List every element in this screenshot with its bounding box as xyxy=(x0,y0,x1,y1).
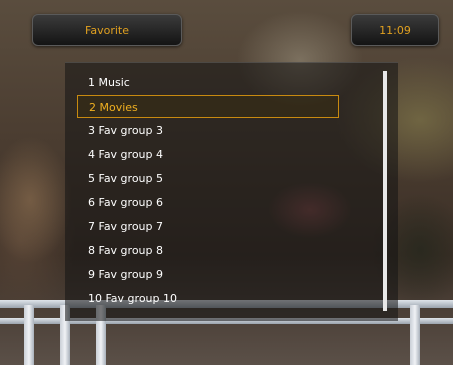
list-item-label: 10 Fav group 10 xyxy=(88,292,177,305)
menu-title-box: Favorite xyxy=(32,14,182,46)
list-item[interactable]: 7 Fav group 7 xyxy=(77,215,339,238)
railing-post xyxy=(410,305,420,365)
list-item-selected[interactable]: 2 Movies xyxy=(77,95,339,118)
clock-box: 11:09 xyxy=(351,14,439,46)
list-item[interactable]: 8 Fav group 8 xyxy=(77,239,339,262)
favorite-list-panel: 1 Music 2 Movies 3 Fav group 3 4 Fav gro… xyxy=(65,62,398,321)
list-item[interactable]: 5 Fav group 5 xyxy=(77,167,339,190)
list-item-label: 3 Fav group 3 xyxy=(88,124,164,137)
list-item[interactable]: 1 Music xyxy=(77,71,339,94)
list-item[interactable]: 3 Fav group 3 xyxy=(77,119,339,142)
list-item[interactable]: 4 Fav group 4 xyxy=(77,143,339,166)
menu-title: Favorite xyxy=(85,23,129,37)
railing-post xyxy=(24,305,34,365)
list-item-label: 6 Fav group 6 xyxy=(88,196,164,209)
list-item-label: 8 Fav group 8 xyxy=(88,244,164,257)
clock-time: 11:09 xyxy=(379,23,411,37)
list-item-label: 4 Fav group 4 xyxy=(88,148,164,161)
scrollbar[interactable] xyxy=(383,71,387,311)
list-item-label: 7 Fav group 7 xyxy=(88,220,164,233)
scrollbar-thumb[interactable] xyxy=(383,71,387,311)
list-item-label: 2 Movies xyxy=(89,101,138,114)
list-item-label: 1 Music xyxy=(88,76,130,89)
list-item-label: 5 Fav group 5 xyxy=(88,172,164,185)
list-item[interactable]: 10 Fav group 10 xyxy=(77,287,339,310)
list-item[interactable]: 6 Fav group 6 xyxy=(77,191,339,214)
list-item[interactable]: 9 Fav group 9 xyxy=(77,263,339,286)
list-item-label: 9 Fav group 9 xyxy=(88,268,164,281)
